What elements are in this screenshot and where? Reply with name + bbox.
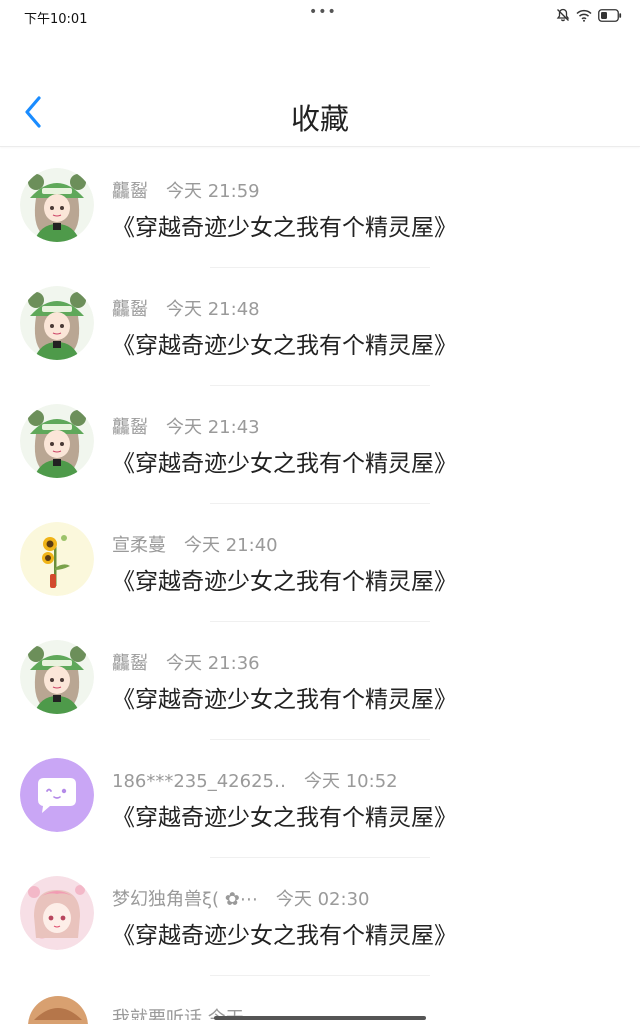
book-title[interactable]: 《穿越奇迹少女之我有个精灵屋》 <box>112 326 457 360</box>
home-indicator[interactable] <box>214 1016 426 1020</box>
partial-avatar[interactable] <box>28 996 88 1024</box>
book-title[interactable]: 《穿越奇迹少女之我有个精灵屋》 <box>112 208 457 242</box>
avatar[interactable] <box>20 640 94 714</box>
avatar[interactable] <box>20 522 94 596</box>
header: 收藏 <box>0 32 640 147</box>
timestamp: 今天 21:48 <box>166 299 260 320</box>
list-item[interactable]: 宣柔蔓 今天 21:40 《穿越奇迹少女之我有个精灵屋》 <box>0 504 640 622</box>
timestamp: 今天 21:59 <box>166 181 260 202</box>
avatar[interactable] <box>20 758 94 832</box>
username[interactable]: 龘䶛 <box>112 177 148 203</box>
timestamp: 今天 21:40 <box>184 535 278 556</box>
multitask-dots[interactable]: ••• <box>309 4 337 20</box>
meta-line: 龘䶛 今天 21:59 <box>112 177 260 203</box>
battery-icon <box>598 8 622 22</box>
timestamp: 今天 21:36 <box>166 653 260 674</box>
mute-icon <box>556 8 570 22</box>
username[interactable]: 宣柔蔓 <box>112 531 166 557</box>
meta-line: 186***235_42625‥ 今天 10:52 <box>112 767 398 793</box>
username[interactable]: 梦幻独角兽ξ( ✿⋯ <box>112 885 258 911</box>
book-title[interactable]: 《穿越奇迹少女之我有个精灵屋》 <box>112 680 457 714</box>
pink-anime-girl-avatar-icon <box>20 876 94 950</box>
avatar[interactable] <box>20 286 94 360</box>
list-item[interactable]: 龘䶛 今天 21:36 《穿越奇迹少女之我有个精灵屋》 <box>0 622 640 740</box>
avatar[interactable] <box>20 876 94 950</box>
list-item[interactable]: 龘䶛 今天 21:59 《穿越奇迹少女之我有个精灵屋》 <box>0 150 640 268</box>
list-item[interactable]: 186***235_42625‥ 今天 10:52 《穿越奇迹少女之我有个精灵屋… <box>0 740 640 858</box>
status-icons <box>556 8 622 22</box>
page-title: 收藏 <box>290 102 349 136</box>
avatar[interactable] <box>20 404 94 478</box>
book-title[interactable]: 《穿越奇迹少女之我有个精灵屋》 <box>112 562 457 596</box>
meta-line: 宣柔蔓 今天 21:40 <box>112 531 278 557</box>
list-item[interactable]: 龘䶛 今天 21:43 《穿越奇迹少女之我有个精灵屋》 <box>0 386 640 504</box>
divider <box>210 975 430 976</box>
favorites-list: 龘䶛 今天 21:59 《穿越奇迹少女之我有个精灵屋》 龘䶛 今天 21:48 … <box>0 150 640 976</box>
anime-girl-avatar-icon <box>20 640 94 714</box>
meta-line: 梦幻独角兽ξ( ✿⋯ 今天 02:30 <box>112 885 369 911</box>
book-title[interactable]: 《穿越奇迹少女之我有个精灵屋》 <box>112 444 457 478</box>
timestamp: 今天 21:43 <box>166 417 260 438</box>
status-bar: 下午10:01 ••• <box>0 0 640 32</box>
meta-line: 龘䶛 今天 21:36 <box>112 649 260 675</box>
book-title[interactable]: 《穿越奇迹少女之我有个精灵屋》 <box>112 916 457 950</box>
username[interactable]: 186***235_42625‥ <box>112 771 286 792</box>
meta-line: 龘䶛 今天 21:48 <box>112 295 260 321</box>
timestamp: 今天 10:52 <box>304 771 398 792</box>
anime-girl-avatar-icon <box>20 168 94 242</box>
avatar[interactable] <box>20 168 94 242</box>
wifi-icon <box>576 9 592 22</box>
brown-hair-avatar-icon <box>28 996 88 1024</box>
meta-line: 龘䶛 今天 21:43 <box>112 413 260 439</box>
username[interactable]: 龘䶛 <box>112 413 148 439</box>
book-title[interactable]: 《穿越奇迹少女之我有个精灵屋》 <box>112 798 457 832</box>
sunflower-avatar-icon <box>20 522 94 596</box>
timestamp: 今天 02:30 <box>275 889 370 910</box>
list-item[interactable]: 龘䶛 今天 21:48 《穿越奇迹少女之我有个精灵屋》 <box>0 268 640 386</box>
chat-bubble-avatar-icon <box>20 758 94 832</box>
list-item[interactable]: 梦幻独角兽ξ( ✿⋯ 今天 02:30 《穿越奇迹少女之我有个精灵屋》 <box>0 858 640 976</box>
status-time: 下午10:01 <box>24 12 88 27</box>
anime-girl-avatar-icon <box>20 404 94 478</box>
username[interactable]: 龘䶛 <box>112 295 148 321</box>
anime-girl-avatar-icon <box>20 286 94 360</box>
username[interactable]: 龘䶛 <box>112 649 148 675</box>
